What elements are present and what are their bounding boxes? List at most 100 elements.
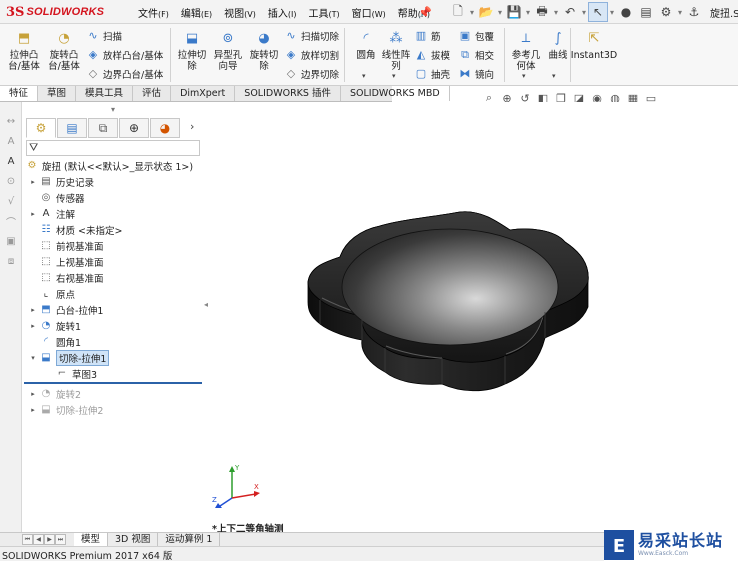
tree-item-cut-extrude2[interactable]: ▸ ⬓ 切除-拉伸2 [28, 402, 103, 417]
smart-dimension-icon[interactable]: ↔ [4, 114, 18, 128]
expand-arrow-icon[interactable]: ▸ [28, 178, 38, 186]
surface-finish-icon[interactable]: √ [4, 194, 18, 208]
revolve-boss-button[interactable]: ◔ 旋转凸 台/基体 [44, 28, 84, 80]
anchor-icon[interactable]: ⚓ [684, 2, 704, 22]
tab-mold-tools[interactable]: 模具工具 [76, 86, 134, 101]
select-arrow-icon[interactable]: ↖ [588, 2, 608, 22]
property-manager-tab-icon[interactable]: ▤ [57, 118, 87, 138]
tab-dimxpert[interactable]: DimXpert [171, 86, 236, 101]
annotation-icon[interactable]: A [4, 154, 18, 168]
chevron-down-icon[interactable]: ▾ [496, 2, 504, 22]
rib-button[interactable]: ▥ 筋 [414, 27, 441, 44]
rebuild-traffic-light-icon[interactable]: ● [616, 2, 636, 22]
expand-arrow-icon[interactable]: ▸ [28, 322, 38, 330]
loft-cut-button[interactable]: ◈ 放样切割 [284, 46, 339, 63]
menu-edit[interactable]: 编辑(E) [175, 5, 218, 20]
new-document-icon[interactable]: 🗋 [448, 2, 468, 22]
tab-evaluate[interactable]: 评估 [133, 86, 172, 101]
tree-item-sensors[interactable]: ◎ 传感器 [28, 190, 85, 205]
solidworks-logo[interactable]: 3S SOLIDWORKS [6, 4, 104, 20]
boundary-cut-button[interactable]: ◇ 边界切除 [284, 65, 339, 82]
open-folder-icon[interactable]: 📂 [476, 2, 496, 22]
extrude-boss-button[interactable]: ⬒ 拉伸凸 台/基体 [4, 28, 44, 80]
extrude-cut-button[interactable]: ⬓ 拉伸切 除 [172, 28, 212, 80]
chevron-right-icon[interactable]: › [190, 120, 194, 133]
tree-item-material[interactable]: ☷ 材质 <未指定> [28, 222, 123, 237]
loft-boss-button[interactable]: ◈ 放样凸台/基体 [86, 46, 163, 63]
prev-tab-arrow-icon[interactable]: ◀ [33, 534, 44, 545]
next-tab-arrow-icon[interactable]: ▶ [44, 534, 55, 545]
model-view[interactable] [210, 102, 738, 532]
draft-button[interactable]: ◭ 拔模 [414, 46, 450, 63]
chevron-down-icon[interactable]: ▾ [580, 2, 588, 22]
first-tab-arrow-icon[interactable]: ⏮ [22, 534, 33, 545]
collapse-handle-icon[interactable]: ▾ [22, 102, 204, 116]
tree-item-annotations[interactable]: ▸ A 注解 [28, 206, 75, 221]
tree-item-sketch3[interactable]: ⌐ 草图3 [44, 366, 97, 381]
feature-tree-tab-icon[interactable]: ⚙ [26, 118, 56, 138]
options-gear-icon[interactable]: ⚙ [656, 2, 676, 22]
revolve-cut-button[interactable]: ◕ 旋转切 除 [244, 28, 284, 80]
note-icon[interactable]: A [4, 134, 18, 148]
expand-arrow-icon[interactable]: ▸ [28, 390, 38, 398]
chevron-down-icon[interactable]: ▾ [362, 72, 366, 80]
tab-motion-study[interactable]: 运动算例 1 [158, 533, 221, 546]
menu-window[interactable]: 窗口(W) [346, 5, 392, 20]
balloon-icon[interactable]: ⊙ [4, 174, 18, 188]
wrap-button[interactable]: ▣ 包覆 [458, 27, 494, 44]
tree-item-origin[interactable]: ⌞ 原点 [28, 286, 75, 301]
chevron-down-icon[interactable]: ▾ [468, 2, 476, 22]
tree-item-cut-extrude1[interactable]: ▾ ⬓ 切除-拉伸1 [28, 349, 110, 366]
rollback-bar[interactable] [24, 382, 202, 384]
intersect-button[interactable]: ⧉ 相交 [458, 46, 494, 63]
chevron-down-icon[interactable]: ▾ [524, 2, 532, 22]
graphics-area[interactable]: Y X Z *上下二等角轴测 [210, 102, 738, 535]
sweep-cut-button[interactable]: ∿ 扫描切除 [284, 27, 339, 44]
instant3d-button[interactable]: ⇱ Instant3D [571, 28, 617, 80]
expand-arrow-icon[interactable]: ▸ [28, 406, 38, 414]
chevron-down-icon[interactable]: ▾ [522, 72, 526, 80]
chevron-down-icon[interactable]: ▾ [392, 72, 396, 80]
shell-button[interactable]: ▢ 抽壳 [414, 65, 450, 82]
chevron-down-icon[interactable]: ▾ [552, 72, 556, 80]
mirror-button[interactable]: ⧓ 镜向 [458, 65, 495, 82]
tree-item-boss-extrude1[interactable]: ▸ ⬒ 凸台-拉伸1 [28, 302, 103, 317]
tab-sketch[interactable]: 草图 [38, 86, 77, 101]
datum-icon[interactable]: ▣ [4, 234, 18, 248]
menu-insert[interactable]: 插入(I) [262, 5, 303, 20]
tab-mbd[interactable]: SOLIDWORKS MBD [341, 86, 450, 101]
tree-filter[interactable]: ⛛ [26, 140, 200, 156]
weld-symbol-icon[interactable]: ⌒ [4, 214, 18, 229]
chevron-down-icon[interactable]: ▾ [676, 2, 684, 22]
boundary-boss-button[interactable]: ◇ 边界凸台/基体 [86, 65, 163, 82]
tab-addins[interactable]: SOLIDWORKS 插件 [235, 86, 341, 101]
tab-3d-views[interactable]: 3D 视图 [108, 533, 159, 546]
hole-wizard-button[interactable]: ⊚ 异型孔 向导 [208, 28, 248, 80]
expand-arrow-icon[interactable]: ▸ [28, 306, 38, 314]
save-icon[interactable]: 💾 [504, 2, 524, 22]
tree-item-history[interactable]: ▸ ▤ 历史记录 [28, 174, 94, 189]
collapse-arrow-icon[interactable]: ▾ [28, 354, 38, 362]
gtol-icon[interactable]: ⧈ [4, 254, 18, 268]
tree-root[interactable]: ⚙ 旋扭 (默认<<默认>_显示状态 1>) [24, 158, 194, 173]
expand-arrow-icon[interactable]: ▸ [28, 210, 38, 218]
tree-item-front-plane[interactable]: ⬚ 前视基准面 [28, 238, 103, 253]
menu-tools[interactable]: 工具(T) [302, 5, 345, 20]
knob-model[interactable] [307, 211, 589, 392]
last-tab-arrow-icon[interactable]: ⏭ [55, 534, 66, 545]
configuration-manager-tab-icon[interactable]: ⧉ [88, 118, 118, 138]
chevron-down-icon[interactable]: ▾ [608, 2, 616, 22]
display-manager-tab-icon[interactable]: ◕ [150, 118, 180, 138]
menu-file[interactable]: 文件(F) [132, 5, 175, 20]
dimxpert-manager-tab-icon[interactable]: ⊕ [119, 118, 149, 138]
file-properties-icon[interactable]: ▤ [636, 2, 656, 22]
tree-item-revolve1[interactable]: ▸ ◔ 旋转1 [28, 318, 81, 333]
undo-icon[interactable]: ↶ [560, 2, 580, 22]
tree-item-revolve2[interactable]: ▸ ◔ 旋转2 [28, 386, 81, 401]
tree-item-fillet1[interactable]: ◜ 圆角1 [28, 334, 81, 349]
tab-model[interactable]: 模型 [74, 533, 109, 546]
pin-icon[interactable]: 📌 [418, 6, 432, 19]
print-icon[interactable]: 🖶 [532, 2, 552, 22]
chevron-down-icon[interactable]: ▾ [552, 2, 560, 22]
sweep-button[interactable]: ∿ 扫描 [86, 27, 122, 44]
